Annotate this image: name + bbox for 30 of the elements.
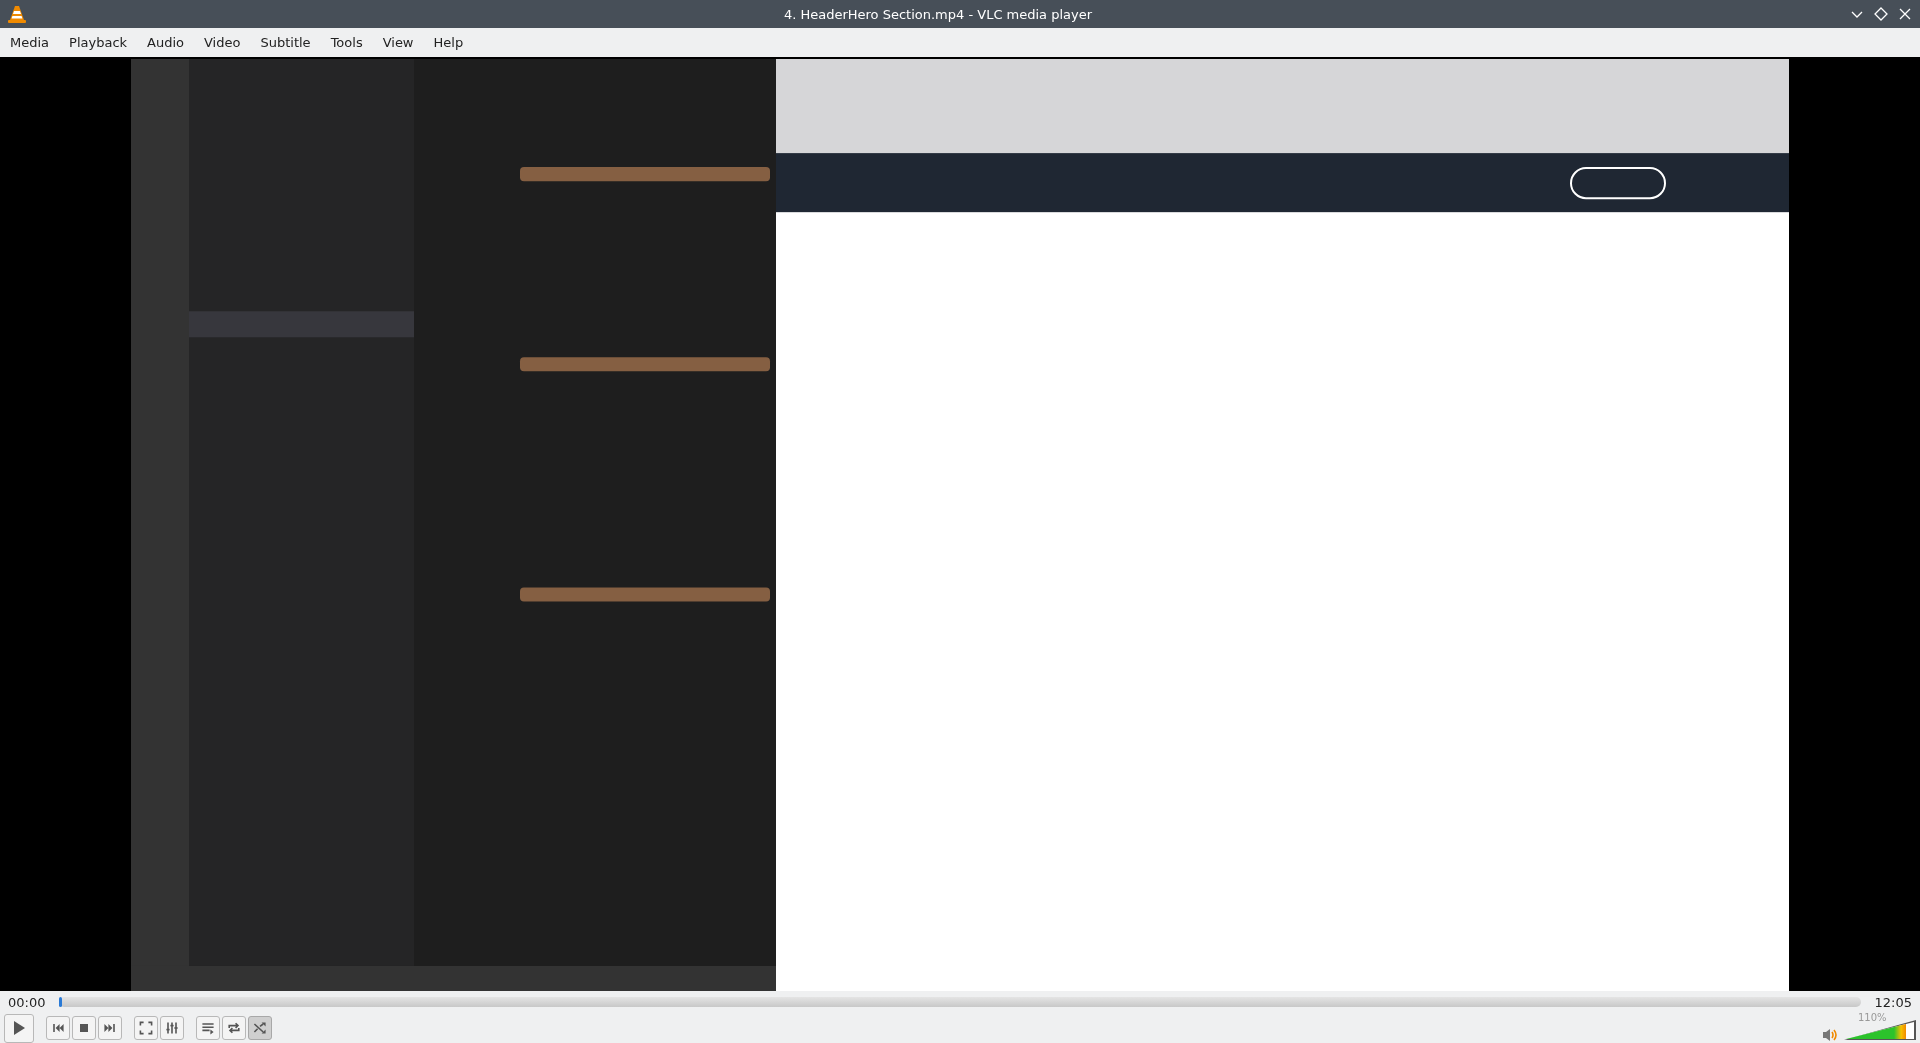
speaker-icon[interactable] [1822,1028,1838,1042]
close-icon[interactable] [1898,7,1912,21]
loop-icon [226,1020,242,1036]
menu-item[interactable]: Tools [322,31,373,54]
menu-item[interactable]: Audio [139,31,194,54]
stop-button[interactable] [72,1016,96,1040]
menu-item[interactable]: Subtitle [252,31,321,54]
equalizer-button[interactable] [160,1016,184,1040]
playlist-icon [200,1020,216,1036]
menu-item[interactable]: Help [425,31,474,54]
play-button[interactable] [4,1013,34,1043]
shuffle-icon [252,1020,268,1036]
next-button[interactable] [98,1016,122,1040]
volume-reading: 110% [1858,1012,1887,1023]
maximize-icon[interactable] [1874,7,1888,21]
menu-item[interactable]: Video [196,31,251,54]
menu-item[interactable]: View [374,31,424,54]
traffic-cone-icon [8,5,26,23]
menu-item[interactable]: Media [2,31,60,54]
equalizer-icon [164,1020,180,1036]
menu-item[interactable]: Playback [61,31,138,54]
previous-button[interactable] [46,1016,70,1040]
total-time: 12:05 [1874,994,1912,1010]
fullscreen-icon [138,1020,154,1036]
shuffle-button[interactable] [248,1016,272,1040]
fullscreen-button[interactable] [134,1016,158,1040]
window-title: 4. HeaderHero Section.mp4 - VLC media player [782,6,1094,22]
elapsed-time: 00:00 [8,994,46,1010]
loop-button[interactable] [222,1016,246,1040]
playlist-button[interactable] [196,1016,220,1040]
